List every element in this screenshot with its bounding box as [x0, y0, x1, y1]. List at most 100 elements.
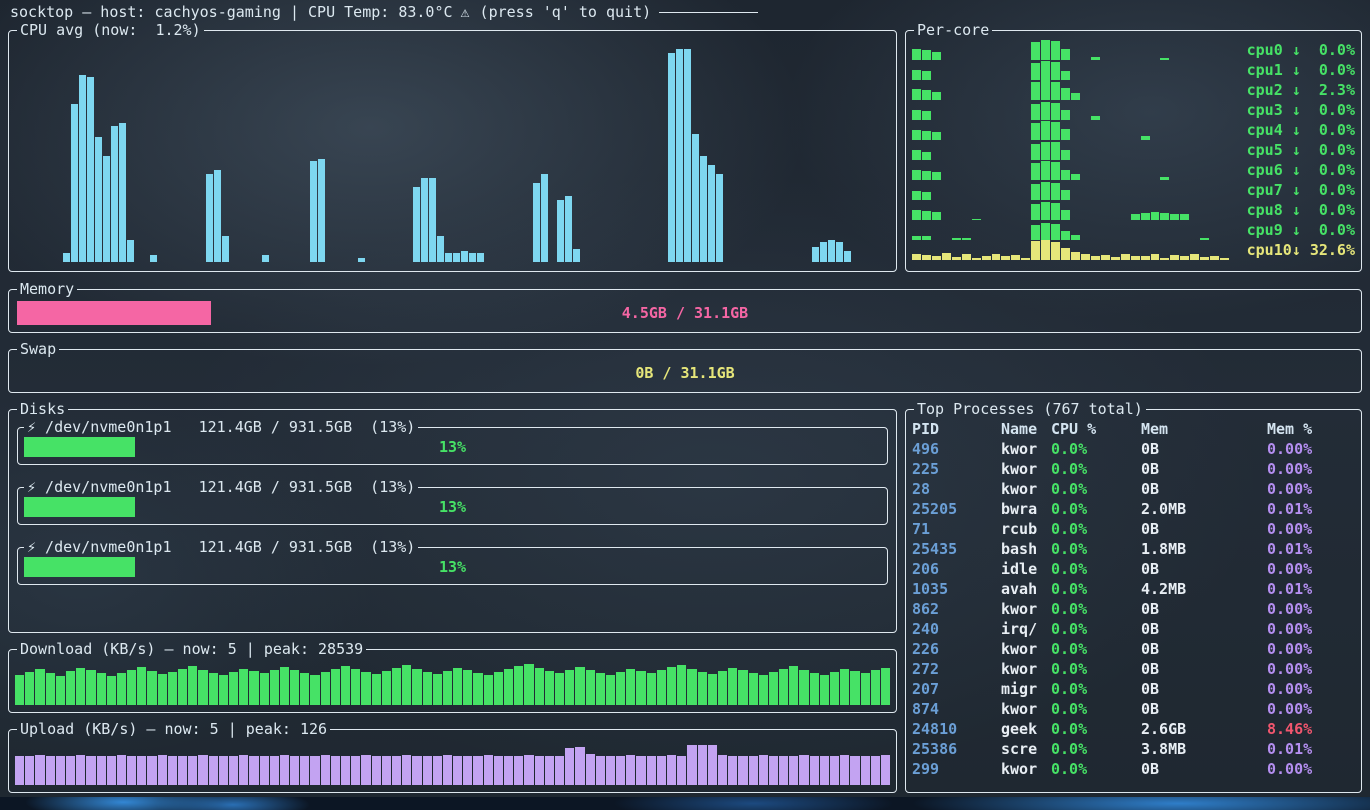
chart-bar: [1031, 163, 1040, 180]
swap-gauge: 0B / 31.1GB: [17, 361, 1353, 385]
chart-bar: [463, 756, 472, 785]
chart-bar: [545, 671, 554, 705]
chart-bar: [209, 673, 218, 705]
chart-bar: [168, 756, 177, 785]
chart-bar: [932, 256, 941, 260]
chart-bar: [1061, 170, 1070, 180]
process-cell-cpu: 0.0%: [1051, 599, 1141, 619]
process-cell-cpu: 0.0%: [1051, 619, 1141, 639]
chart-bar: [117, 673, 126, 705]
chart-bar: [127, 670, 136, 705]
process-cell-mem: 0B: [1141, 639, 1267, 659]
chart-bar: [708, 165, 715, 262]
chart-bar: [219, 675, 228, 705]
chart-bar: [1061, 248, 1070, 260]
chart-bar: [708, 745, 717, 785]
chart-bar: [111, 126, 118, 262]
chart-bar: [922, 131, 931, 140]
chart-bar: [361, 755, 370, 785]
chart-bar: [606, 675, 615, 705]
chart-bar: [310, 161, 317, 262]
chart-bar: [1041, 161, 1050, 180]
chart-bar: [545, 756, 554, 785]
process-cell-mem-pct: 0.00%: [1267, 559, 1355, 579]
process-cell-name: avah: [1001, 579, 1051, 599]
process-row: 25205bwra0.0%2.0MB0.01%: [912, 499, 1355, 519]
chart-bar: [912, 49, 921, 60]
chart-bar: [1180, 256, 1189, 260]
chart-bar: [932, 52, 941, 60]
process-cell-pid: 207: [912, 679, 1001, 699]
process-cell-name: rcub: [1001, 519, 1051, 539]
per-core-row: cpu0 ↓ 0.0%: [912, 40, 1355, 60]
chart-bar: [158, 755, 167, 785]
process-cell-mem: 0B: [1141, 699, 1267, 719]
process-cell-name: kwor: [1001, 439, 1051, 459]
chart-bar: [626, 669, 635, 705]
disk-entry-label: /dev/nvme0n1p1 121.4GB / 931.5GB (13%): [36, 479, 415, 496]
process-cell-name: kwor: [1001, 699, 1051, 719]
chart-bar: [437, 236, 444, 262]
process-cell-mem: 4.2MB: [1141, 579, 1267, 599]
process-cell-mem: 0B: [1141, 439, 1267, 459]
chart-bar: [1041, 102, 1050, 120]
disk-usage-gauge: 13%: [24, 557, 881, 577]
process-rows: 496kwor0.0%0B0.00%225kwor0.0%0B0.00%28kw…: [912, 439, 1355, 779]
top-processes-title: Top Processes (767 total): [914, 401, 1146, 417]
chart-bar: [25, 756, 34, 785]
chart-bar: [1041, 223, 1050, 240]
process-row: 272kwor0.0%0B0.00%: [912, 659, 1355, 679]
chart-bar: [137, 756, 146, 785]
chart-bar: [127, 240, 134, 262]
process-cell-mem-pct: 0.00%: [1267, 619, 1355, 639]
chart-bar: [1051, 203, 1060, 220]
process-row: 874kwor0.0%0B0.00%: [912, 699, 1355, 719]
desktop: { "title_bar": { "text": "socktop — host…: [0, 0, 1370, 810]
chart-bar: [469, 253, 476, 262]
chart-bar: [423, 756, 432, 785]
chart-bar: [718, 755, 727, 785]
chart-bar: [331, 756, 340, 785]
chart-bar: [820, 242, 827, 262]
process-cell-mem-pct: 0.00%: [1267, 439, 1355, 459]
chart-bar: [1071, 252, 1080, 260]
process-cell-cpu: 0.0%: [1051, 639, 1141, 659]
per-core-row: cpu4 ↓ 0.0%: [912, 120, 1355, 140]
column-header-mem-pct: Mem %: [1267, 419, 1355, 439]
chart-bar: [524, 664, 533, 705]
terminal-window: socktop — host: cachyos-gaming | CPU Tem…: [0, 0, 1370, 797]
chart-bar: [239, 755, 248, 785]
process-row: 1035avah0.0%4.2MB0.01%: [912, 579, 1355, 599]
chart-bar: [676, 49, 683, 262]
chart-bar: [830, 756, 839, 785]
chart-bar: [657, 670, 666, 705]
chart-bar: [473, 673, 482, 705]
chart-bar: [1111, 257, 1120, 260]
chart-bar: [321, 672, 330, 705]
chart-bar: [1031, 144, 1040, 160]
chart-bar: [46, 756, 55, 785]
process-cell-cpu: 0.0%: [1051, 679, 1141, 699]
core-history-chart: [912, 100, 1229, 120]
chart-bar: [412, 669, 421, 705]
chart-bar: [565, 748, 574, 785]
chart-bar: [361, 672, 370, 705]
chart-bar: [382, 671, 391, 705]
chart-bar: [952, 257, 961, 260]
per-core-row: cpu3 ↓ 0.0%: [912, 100, 1355, 120]
process-cell-mem-pct: 0.00%: [1267, 659, 1355, 679]
process-cell-name: idle: [1001, 559, 1051, 579]
chart-bar: [1061, 150, 1070, 160]
process-cell-pid: 272: [912, 659, 1001, 679]
process-cell-pid: 71: [912, 519, 1001, 539]
core-history-chart: [912, 220, 1229, 240]
chart-bar: [76, 668, 85, 705]
disk-gauge-label: 13%: [24, 497, 881, 517]
process-cell-mem: 0B: [1141, 599, 1267, 619]
process-cell-name: geek: [1001, 719, 1051, 739]
chart-bar: [429, 178, 436, 262]
chart-bar: [636, 756, 645, 785]
chart-bar: [290, 670, 299, 705]
disk-list: ⚡ /dev/nvme0n1p1 121.4GB / 931.5GB (13%)…: [15, 419, 890, 585]
chart-bar: [912, 150, 921, 160]
